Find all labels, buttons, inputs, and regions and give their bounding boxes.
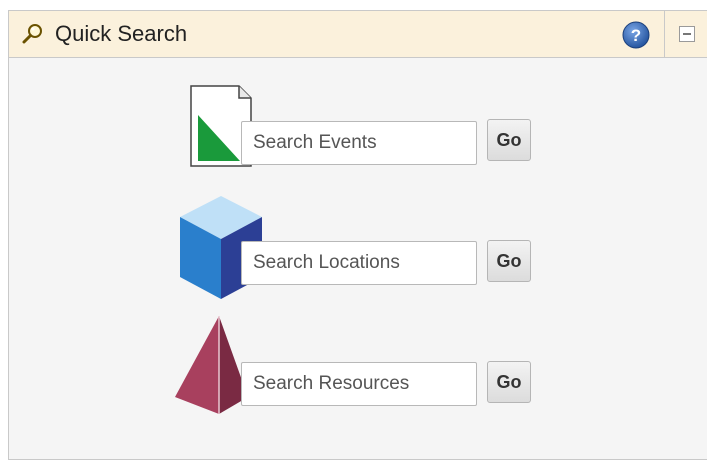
quick-search-panel: Quick Search ? Go Go (8, 10, 707, 460)
search-resources-input[interactable] (241, 362, 477, 406)
search-locations-input[interactable] (241, 241, 477, 285)
search-resources-go-button[interactable]: Go (487, 361, 531, 403)
search-locations-go-button[interactable]: Go (487, 240, 531, 282)
help-icon[interactable]: ? (622, 21, 650, 49)
magnifier-icon (22, 24, 42, 44)
panel-header: Quick Search ? (9, 11, 707, 58)
pyramid-icon (175, 316, 248, 414)
header-divider (664, 11, 665, 57)
panel-title: Quick Search (55, 21, 188, 46)
svg-text:?: ? (631, 26, 641, 45)
search-events-go-button[interactable]: Go (487, 119, 531, 161)
collapse-button[interactable] (679, 26, 695, 42)
search-events-input[interactable] (241, 121, 477, 165)
